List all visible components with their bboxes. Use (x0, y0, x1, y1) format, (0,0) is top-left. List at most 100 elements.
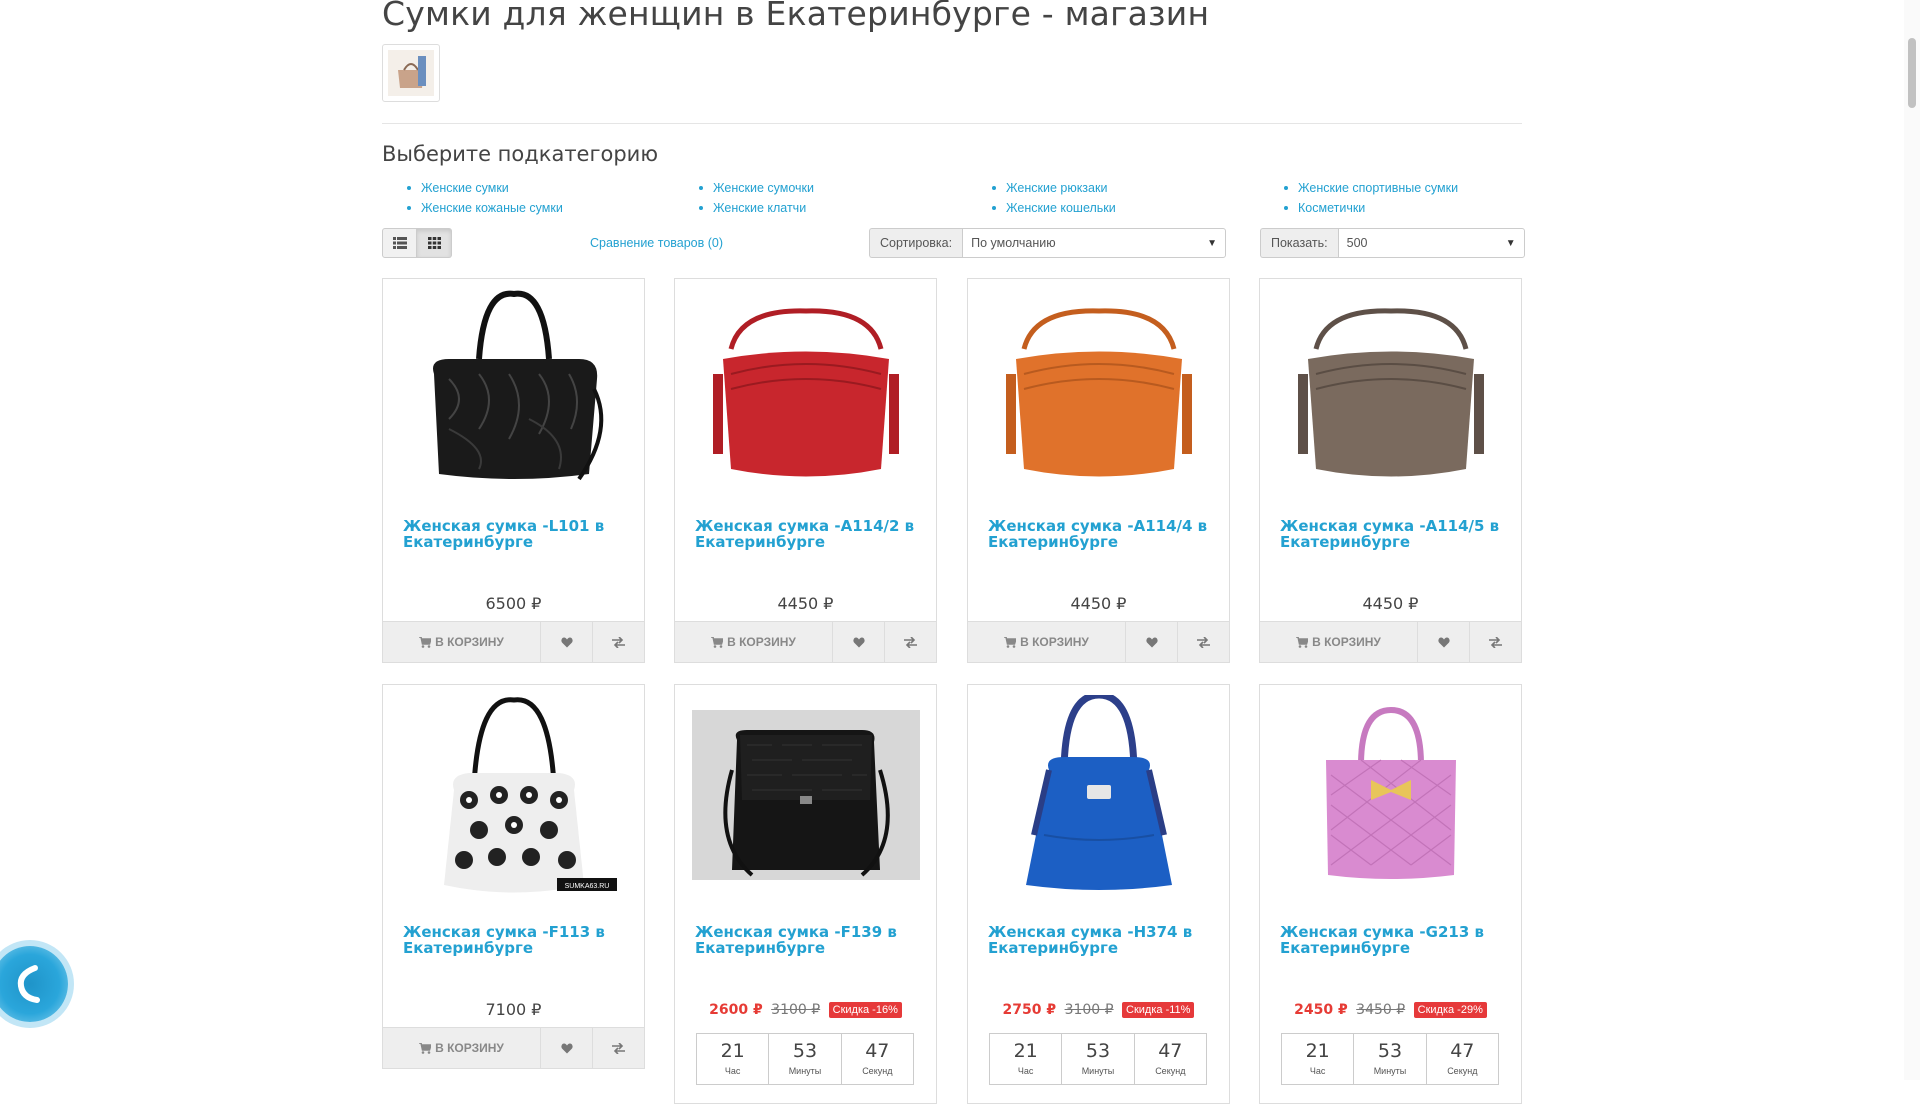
subcategory-column: Женские сумки Женские кожаные сумки (382, 178, 642, 218)
timer-seconds-value: 47 (1450, 1040, 1475, 1062)
add-to-cart-button[interactable]: В КОРЗИНУ (968, 622, 1126, 662)
subcategory-link[interactable]: Женские рюкзаки (967, 178, 1227, 198)
limit-control: Показать: 500 ▼ (1260, 228, 1525, 258)
price-old: 3100 ₽ (1064, 1002, 1114, 1018)
timer-seconds-label: Секунд (1447, 1066, 1478, 1076)
product-name-link[interactable]: Женская сумка -A114/2 в Екатеринбурге (695, 518, 920, 550)
subcategory-link[interactable]: Косметички (1259, 198, 1519, 218)
list-icon (392, 237, 407, 249)
heart-icon (560, 637, 573, 647)
chevron-down-icon: ▼ (1207, 237, 1218, 249)
discount-badge: Скидка -16% (828, 1002, 902, 1018)
timer-seconds-value: 47 (1158, 1040, 1183, 1062)
add-to-cart-button[interactable]: В КОРЗИНУ (675, 622, 833, 662)
add-to-compare-button[interactable] (592, 1028, 644, 1068)
product-image[interactable] (983, 695, 1214, 895)
category-thumbnail-image (388, 50, 434, 96)
subcategory-link[interactable]: Женские кошельки (967, 198, 1227, 218)
product-name-link[interactable]: Женская сумка -L101 в Екатеринбурге (403, 518, 628, 550)
compare-products-link[interactable]: Сравнение товаров (0) (590, 236, 723, 250)
exchange-icon (904, 636, 917, 648)
timer-minutes-value: 53 (792, 1040, 818, 1062)
scrollbar-thumb[interactable] (1908, 38, 1916, 108)
grid-icon (427, 237, 441, 249)
add-to-wishlist-button[interactable] (541, 622, 592, 662)
product-image[interactable] (398, 289, 629, 489)
subcategory-link[interactable]: Женские кожаные сумки (382, 198, 642, 218)
black-quilted-bag-image (432, 290, 603, 481)
subcategory-column: Женские сумочки Женские клатчи (674, 178, 934, 218)
sort-select[interactable]: По умолчанию ▼ (962, 228, 1227, 258)
timer-hours-label: Час (724, 1066, 741, 1076)
timer-hours-label: Час (1309, 1066, 1326, 1076)
timer-minutes: 53 Минуты (1354, 1034, 1427, 1084)
add-to-compare-button[interactable] (1177, 622, 1229, 662)
add-to-cart-label: В КОРЗИНУ (1020, 635, 1089, 649)
product-image[interactable]: SUMKA63.RU (398, 695, 629, 895)
subcategory-link[interactable]: Женские сумки (382, 178, 642, 198)
product-card: Женская сумка -A114/5 в Екатеринбурге 44… (1259, 278, 1522, 663)
product-name-link[interactable]: Женская сумка -F113 в Екатеринбурге (403, 924, 628, 956)
timer-hours: 21 Час (697, 1034, 770, 1084)
limit-select[interactable]: 500 ▼ (1337, 228, 1525, 258)
grid-view-button[interactable] (417, 228, 452, 258)
add-to-wishlist-button[interactable] (1418, 622, 1469, 662)
product-name-link[interactable]: Женская сумка -G213 в Екатеринбурге (1280, 924, 1505, 956)
product-image[interactable] (1275, 289, 1506, 489)
add-to-cart-button[interactable]: В КОРЗИНУ (383, 622, 541, 662)
subcategory-link[interactable]: Женские клатчи (674, 198, 934, 218)
add-to-wishlist-button[interactable] (541, 1028, 592, 1068)
product-name-link[interactable]: Женская сумка -A114/4 в Екатеринбурге (988, 518, 1213, 550)
price-old: 3100 ₽ (771, 1002, 821, 1018)
heart-icon (1437, 637, 1450, 647)
subcategory-link[interactable]: Женские сумочки (674, 178, 934, 198)
product-image[interactable] (983, 289, 1214, 489)
list-view-button[interactable] (382, 228, 417, 258)
black-croc-bag-image (691, 710, 920, 880)
add-to-wishlist-button[interactable] (1126, 622, 1177, 662)
blue-tote-bag-image (1025, 695, 1172, 890)
product-price: 4450 ₽ (1070, 594, 1127, 613)
add-to-compare-button[interactable] (1469, 622, 1521, 662)
exchange-icon (1489, 636, 1502, 648)
limit-label: Показать: (1260, 228, 1338, 258)
discount-badge: Скидка -29% (1413, 1002, 1487, 1018)
subcategory-list: Женские сумки Женские кожаные сумки Женс… (382, 178, 1522, 218)
add-to-cart-label: В КОРЗИНУ (435, 1041, 504, 1055)
product-name-link[interactable]: Женская сумка -A114/5 в Екатеринбурге (1280, 518, 1505, 550)
timer-seconds-value: 47 (865, 1040, 890, 1062)
taupe-crossbody-bag-image (1297, 308, 1484, 477)
add-to-compare-button[interactable] (884, 622, 936, 662)
product-name-link[interactable]: Женская сумка -H374 в Екатеринбурге (988, 924, 1213, 956)
floral-hobo-bag-image: SUMKA63.RU (443, 697, 617, 893)
timer-minutes-value: 53 (1377, 1040, 1403, 1062)
product-name-link[interactable]: Женская сумка -F139 в Екатеринбурге (695, 924, 920, 956)
price-new: 2600 ₽ (709, 1002, 763, 1018)
subcategory-link[interactable]: Женские спортивные сумки (1259, 178, 1519, 198)
add-to-cart-button[interactable]: В КОРЗИНУ (383, 1028, 541, 1068)
add-to-wishlist-button[interactable] (833, 622, 884, 662)
phone-icon (17, 965, 40, 1003)
discount-badge: Скидка -11% (1122, 1002, 1195, 1018)
callback-button[interactable] (0, 946, 68, 1022)
page-scrollbar[interactable] (1904, 0, 1920, 1080)
add-to-cart-button[interactable]: В КОРЗИНУ (1260, 622, 1418, 662)
timer-hours-value: 21 (1013, 1040, 1038, 1062)
shopping-cart-icon (419, 1042, 432, 1054)
timer-seconds-label: Секунд (862, 1066, 893, 1076)
timer-minutes-label: Минуты (1081, 1066, 1115, 1076)
shopping-cart-icon (1004, 636, 1017, 648)
timer-minutes: 53 Минуты (1062, 1034, 1135, 1084)
product-image[interactable] (1275, 695, 1506, 895)
product-card: Женская сумка -A114/2 в Екатеринбурге 44… (674, 278, 937, 663)
shopping-cart-icon (1296, 636, 1309, 648)
sort-label: Сортировка: (869, 228, 963, 258)
category-thumbnail[interactable] (382, 44, 440, 102)
product-actions: В КОРЗИНУ (383, 621, 644, 662)
add-to-compare-button[interactable] (592, 622, 644, 662)
product-card: Женская сумка -H374 в Екатеринбурге 2750… (967, 684, 1230, 1104)
timer-seconds: 47 Секунд (1427, 1034, 1498, 1084)
product-image[interactable] (690, 289, 921, 489)
red-crossbody-bag-image (712, 308, 899, 477)
product-image[interactable] (690, 695, 921, 895)
